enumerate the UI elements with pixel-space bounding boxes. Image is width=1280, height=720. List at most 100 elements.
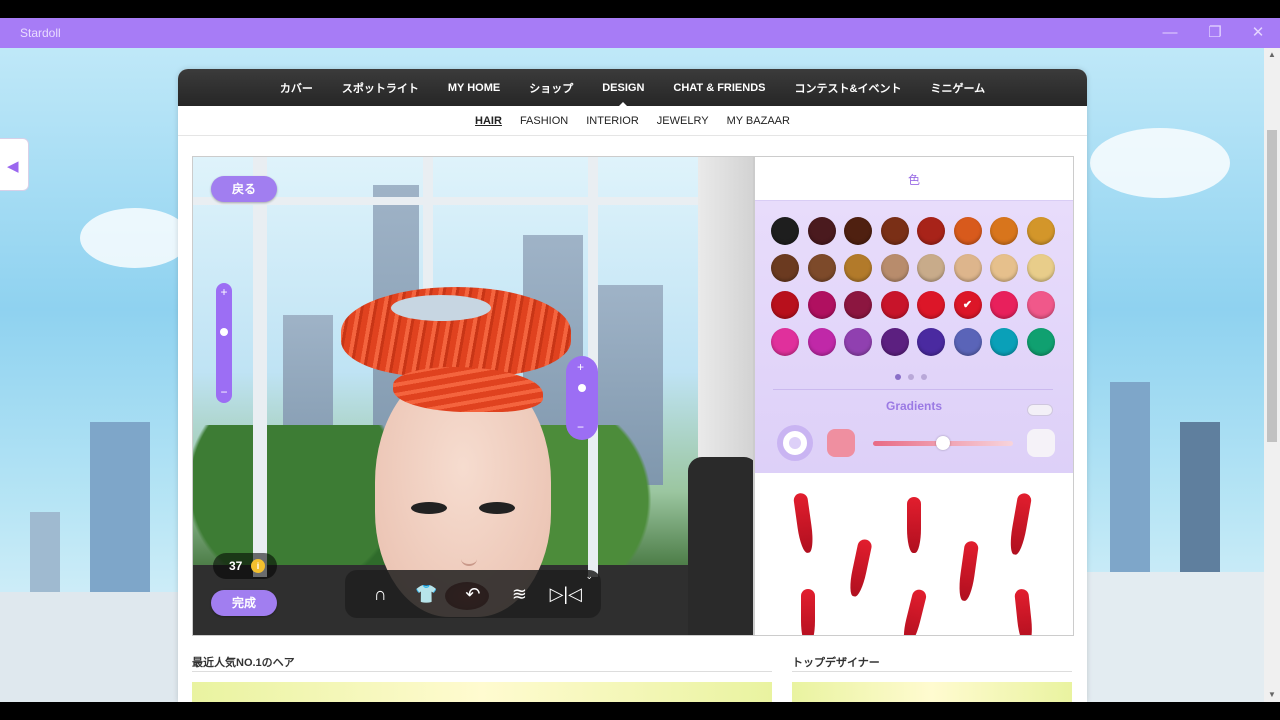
color-swatch[interactable]: ✔ (953, 291, 982, 319)
color-swatch[interactable] (880, 291, 909, 319)
color-swatch[interactable] (917, 254, 945, 282)
color-swatch[interactable] (1026, 254, 1055, 282)
color-swatch[interactable] (807, 217, 836, 245)
color-swatch[interactable] (807, 254, 836, 282)
minimize-icon[interactable]: — (1155, 23, 1185, 43)
color-swatch[interactable] (880, 217, 909, 245)
top-black-strip (0, 0, 1280, 18)
hair-strand-item[interactable] (847, 538, 873, 598)
color-swatch[interactable] (917, 328, 945, 356)
color-swatch[interactable] (844, 254, 872, 282)
current-color-chip[interactable] (827, 429, 855, 457)
color-swatch[interactable] (771, 254, 799, 282)
zoom-in-icon[interactable]: + (216, 285, 232, 299)
cloud (1090, 128, 1230, 198)
color-swatch[interactable] (771, 291, 799, 319)
top-designers-banner[interactable] (792, 682, 1072, 702)
top-designers-title: トップデザイナー (792, 657, 880, 669)
page-dot[interactable] (921, 374, 927, 380)
plus-icon[interactable]: + (577, 360, 584, 374)
info-icon[interactable]: i (251, 559, 265, 573)
zoom-slider[interactable]: + − (216, 283, 232, 403)
done-button[interactable]: 完成 (211, 590, 277, 616)
color-swatch[interactable] (844, 291, 872, 319)
color-swatch[interactable] (990, 328, 1018, 356)
nav-item[interactable]: ショップ (529, 80, 573, 96)
hair-strand-item[interactable] (792, 492, 816, 554)
scale-handle[interactable] (578, 384, 586, 392)
zoom-out-icon[interactable]: − (216, 385, 232, 399)
shade-slider-handle[interactable] (936, 436, 950, 450)
edit-toolbar: ∩ 👕 ↶ ≋ ▷|◁ ⌄ (345, 570, 601, 618)
color-swatch[interactable] (880, 328, 909, 356)
restore-icon[interactable]: ❐ (1200, 23, 1230, 43)
color-swatch[interactable] (1026, 217, 1055, 245)
nav-item[interactable]: スポットライト (342, 80, 419, 96)
color-swatch[interactable] (953, 254, 982, 282)
color-swatch[interactable] (990, 254, 1018, 282)
subnav-item[interactable]: INTERIOR (586, 115, 639, 127)
chevron-down-icon[interactable]: ⌄ (585, 571, 593, 582)
hair-strand-item[interactable] (1014, 588, 1034, 635)
color-swatch[interactable] (880, 254, 909, 282)
scroll-down-icon[interactable]: ▼ (1264, 688, 1280, 702)
color-swatch[interactable] (1026, 291, 1055, 319)
gradients-toggle[interactable] (1027, 404, 1053, 416)
hair-piece[interactable] (341, 287, 571, 377)
minus-icon[interactable]: − (577, 420, 584, 434)
color-swatch[interactable] (844, 217, 872, 245)
color-swatch[interactable] (917, 217, 945, 245)
color-swatch[interactable] (990, 291, 1018, 319)
undo-icon[interactable]: ↶ (455, 584, 491, 605)
color-swatch[interactable] (771, 217, 799, 245)
hair-strand-item[interactable] (900, 588, 928, 635)
color-swatch[interactable] (844, 328, 872, 356)
nav-item[interactable]: カバー (280, 80, 313, 96)
subnav-item[interactable]: MY BAZAAR (727, 115, 790, 127)
nav-item[interactable]: ミニゲーム (930, 80, 985, 96)
shade-slider[interactable] (873, 436, 1013, 450)
color-swatch[interactable] (1026, 328, 1055, 356)
color-swatch[interactable] (807, 328, 836, 356)
side-announcement-tab[interactable]: ◀ (0, 138, 29, 191)
left-eye (411, 502, 447, 514)
color-swatch[interactable] (807, 291, 836, 319)
color-swatch[interactable] (990, 217, 1018, 245)
color-swatch[interactable] (917, 291, 945, 319)
check-icon: ✔ (962, 299, 973, 311)
subnav-item[interactable]: FASHION (520, 115, 568, 127)
color-swatch[interactable] (953, 217, 982, 245)
subnav-item[interactable]: HAIR (475, 115, 502, 127)
page-dot[interactable] (908, 374, 914, 380)
color-swatch[interactable] (771, 328, 799, 356)
hair-strand-item[interactable] (907, 497, 921, 553)
hair-icon[interactable]: ∩ (362, 584, 398, 605)
nav-item[interactable]: コンテスト&イベント (795, 80, 902, 96)
color-palette: Gradients ✔ (755, 201, 1073, 473)
tab-color[interactable]: 色 (755, 157, 1073, 201)
clothes-icon[interactable]: 👕 (409, 584, 445, 605)
second-color-chip[interactable] (1027, 429, 1055, 457)
color-wheel-button[interactable] (777, 425, 813, 461)
nav-item[interactable]: DESIGN (602, 82, 644, 108)
hair-strand-item[interactable] (801, 589, 815, 635)
subnav-item[interactable]: JEWELRY (657, 115, 709, 127)
rotate-scale-control[interactable]: + − (566, 356, 598, 440)
color-swatch[interactable] (953, 328, 982, 356)
back-button[interactable]: 戻る (211, 176, 277, 202)
page-dot[interactable] (895, 374, 901, 380)
page-dots[interactable] (895, 367, 934, 385)
scroll-thumb[interactable] (1267, 130, 1277, 442)
page-scrollbar[interactable]: ▲ ▼ (1264, 48, 1280, 702)
hair-fringe[interactable] (393, 367, 543, 412)
layers-icon[interactable]: ≋ (501, 584, 537, 605)
zoom-handle[interactable] (220, 328, 228, 336)
hair-strand-item[interactable] (1007, 492, 1033, 556)
flip-icon[interactable]: ▷|◁ (548, 584, 584, 605)
nav-item[interactable]: MY HOME (448, 82, 500, 94)
scroll-up-icon[interactable]: ▲ (1264, 48, 1280, 62)
hair-strand-item[interactable] (956, 540, 980, 602)
popular-hair-banner[interactable] (192, 682, 772, 702)
close-icon[interactable]: ✕ (1243, 23, 1273, 43)
nav-item[interactable]: CHAT & FRIENDS (673, 82, 765, 94)
